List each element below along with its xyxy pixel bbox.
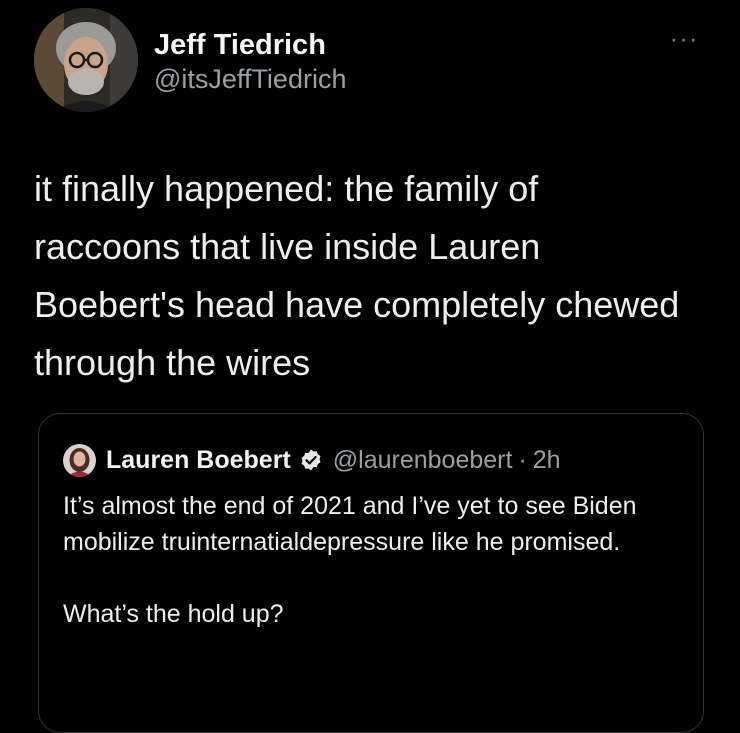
tweet-text: it finally happened: the family of racco… (34, 168, 680, 383)
quoted-tweet-header: Lauren Boebert @laurenboebert · 2h (63, 442, 561, 478)
quoted-author-handle[interactable]: @laurenboebert (333, 446, 513, 475)
tweet-header: Jeff Tiedrich @itsJeffTiedrich ··· (34, 8, 714, 118)
quoted-tweet[interactable]: Lauren Boebert @laurenboebert · 2h It’s … (38, 413, 704, 733)
quoted-tweet-text: It’s almost the end of 2021 and I’ve yet… (63, 488, 683, 632)
author-display-name[interactable]: Jeff Tiedrich (154, 28, 346, 62)
author-avatar[interactable] (34, 8, 138, 112)
quoted-author-display-name[interactable]: Lauren Boebert (106, 446, 291, 475)
verified-badge-icon (301, 449, 321, 471)
profile-photo-icon (34, 8, 138, 112)
quoted-tweet-timestamp[interactable]: 2h (533, 446, 561, 475)
author-info: Jeff Tiedrich @itsJeffTiedrich (154, 28, 346, 96)
tweet: Jeff Tiedrich @itsJeffTiedrich ··· it fi… (0, 0, 740, 733)
author-handle[interactable]: @itsJeffTiedrich (154, 62, 346, 96)
quoted-author-avatar[interactable] (63, 443, 96, 477)
quoted-tweet-paragraph-2: What’s the hold up? (63, 600, 284, 628)
quoted-tweet-paragraph-1: It’s almost the end of 2021 and I’ve yet… (63, 492, 637, 556)
quoted-profile-photo-icon (63, 443, 96, 477)
more-options-icon[interactable]: ··· (664, 25, 704, 51)
separator-dot: · (518, 445, 527, 474)
